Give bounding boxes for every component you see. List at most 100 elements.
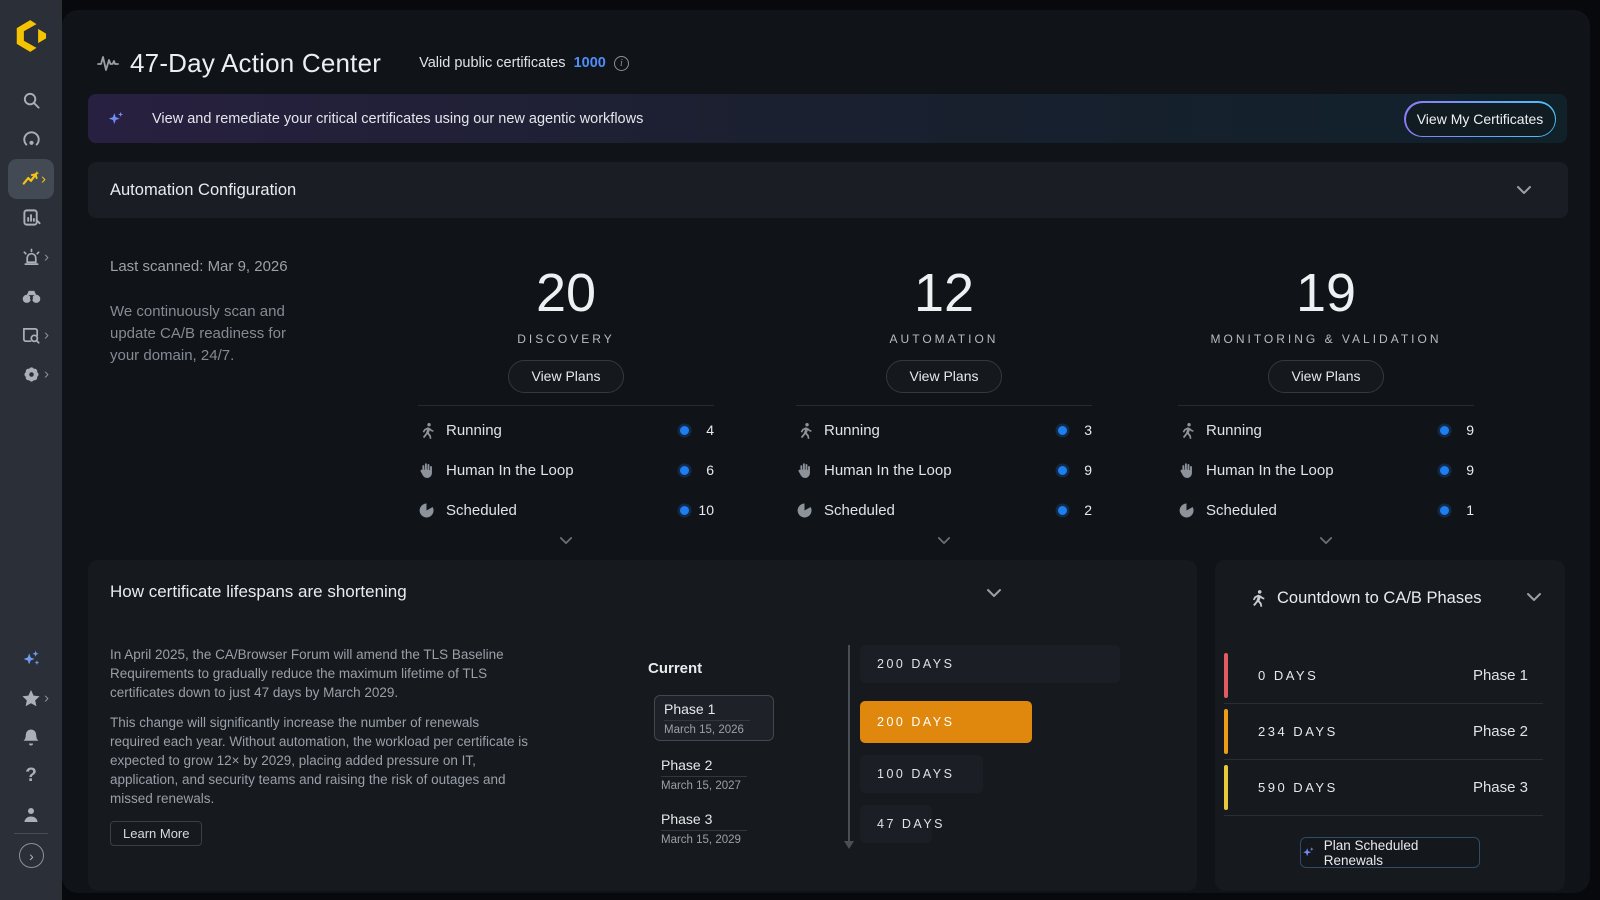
lifespan-bar-highlighted: 200 DAYS bbox=[860, 701, 1032, 743]
page-title: 47-Day Action Center bbox=[130, 48, 381, 79]
automation-config-title: Automation Configuration bbox=[110, 181, 296, 200]
phase-item[interactable]: Phase 2 March 15, 2027 bbox=[661, 757, 771, 792]
ai-sparkles-icon bbox=[20, 648, 42, 670]
chevron-down-icon[interactable] bbox=[1516, 185, 1532, 195]
view-plans-button[interactable]: View Plans bbox=[886, 360, 1001, 393]
sidebar-divider bbox=[14, 833, 48, 834]
lifespans-paragraph-1: In April 2025, the CA/Browser Forum will… bbox=[110, 645, 528, 702]
last-scanned-text: Last scanned: Mar 9, 2026 bbox=[110, 258, 305, 275]
stat-column-automation: 12 AUTOMATION View Plans Running 3 Human… bbox=[796, 262, 1092, 550]
view-plans-button[interactable]: View Plans bbox=[1268, 360, 1383, 393]
help-icon: ? bbox=[25, 765, 37, 787]
sidebar-item-target[interactable] bbox=[0, 122, 62, 156]
info-icon[interactable]: i bbox=[614, 56, 629, 71]
status-dot bbox=[680, 426, 689, 435]
activity-pulse-icon bbox=[96, 51, 120, 75]
column-expand-chevron[interactable] bbox=[1319, 536, 1333, 545]
chevron-right-icon: › bbox=[44, 328, 49, 343]
divider bbox=[661, 830, 747, 831]
main-window: 47-Day Action Center Valid public certif… bbox=[62, 10, 1590, 893]
running-icon bbox=[796, 422, 813, 439]
chevron-down-icon[interactable] bbox=[986, 588, 1002, 598]
brand-logo[interactable] bbox=[0, 14, 62, 58]
stat-row-scheduled: Scheduled 2 bbox=[796, 490, 1092, 530]
lifespans-paragraph-2: This change will significantly increase … bbox=[110, 713, 528, 808]
stat-row-hitl: Human In the Loop 9 bbox=[796, 450, 1092, 490]
sidebar-expand-button[interactable]: › bbox=[19, 843, 44, 868]
certs-subtitle: Valid public certificates 1000 i bbox=[419, 55, 629, 71]
countdown-header: Countdown to CA/B Phases bbox=[1215, 560, 1565, 636]
stat-row-running: Running 9 bbox=[1178, 410, 1474, 450]
bell-icon bbox=[22, 728, 40, 747]
running-icon bbox=[1178, 422, 1195, 439]
column-expand-chevron[interactable] bbox=[937, 536, 951, 545]
sidebar-item-action-center[interactable]: › bbox=[8, 159, 54, 199]
stat-row-hitl: Human In the Loop 6 bbox=[418, 450, 714, 490]
alerts-siren-icon bbox=[21, 248, 42, 267]
status-dot bbox=[680, 466, 689, 475]
column-expand-chevron[interactable] bbox=[559, 536, 573, 545]
view-my-certificates-button[interactable]: View My Certificates bbox=[1404, 101, 1556, 137]
settings-gear-icon bbox=[22, 365, 41, 384]
brand-logo-icon bbox=[12, 16, 50, 56]
certs-label: Valid public certificates bbox=[419, 55, 565, 71]
chevron-right-icon: › bbox=[44, 250, 49, 265]
app-header: 47-Day Action Center Valid public certif… bbox=[96, 45, 629, 81]
clock-icon bbox=[1178, 502, 1195, 519]
learn-more-button[interactable]: Learn More bbox=[110, 821, 202, 846]
sidebar-item-alerts[interactable]: › bbox=[0, 240, 62, 274]
star-icon bbox=[21, 689, 41, 708]
view-plans-button[interactable]: View Plans bbox=[508, 360, 623, 393]
sidebar-item-help[interactable]: ? bbox=[0, 759, 62, 793]
bar-chart-icon bbox=[22, 208, 41, 227]
automation-config-header[interactable]: Automation Configuration bbox=[88, 162, 1568, 218]
lifespans-title: How certificate lifespans are shortening bbox=[110, 582, 407, 602]
countdown-title: Countdown to CA/B Phases bbox=[1277, 589, 1482, 608]
stat-column-discovery: 20 DISCOVERY View Plans Running 4 Human … bbox=[418, 262, 714, 550]
sidebar-item-search[interactable] bbox=[0, 83, 62, 117]
phase-item[interactable]: Phase 3 March 15, 2029 bbox=[661, 811, 771, 846]
sparkle-icon bbox=[1301, 845, 1316, 860]
sidebar-item-ai-assistant[interactable] bbox=[0, 642, 62, 676]
stat-row-scheduled: Scheduled 1 bbox=[1178, 490, 1474, 530]
running-icon bbox=[1248, 589, 1266, 607]
status-dot bbox=[1058, 466, 1067, 475]
chevron-down-icon[interactable] bbox=[1526, 592, 1542, 602]
scan-description: We continuously scan and update CA/B rea… bbox=[110, 301, 305, 367]
sidebar-item-reports[interactable] bbox=[0, 200, 62, 234]
stat-category: AUTOMATION bbox=[796, 332, 1092, 346]
scan-intro: Last scanned: Mar 9, 2026 We continuousl… bbox=[110, 258, 305, 367]
status-dot bbox=[1440, 426, 1449, 435]
binoculars-icon bbox=[21, 288, 42, 305]
phase-color-bar bbox=[1224, 765, 1228, 810]
promo-banner: View and remediate your critical certifi… bbox=[88, 94, 1567, 143]
stat-count: 19 bbox=[1178, 262, 1474, 324]
plan-scheduled-renewals-button[interactable]: Plan Scheduled Renewals bbox=[1300, 837, 1480, 868]
status-dot bbox=[680, 506, 689, 515]
user-icon bbox=[22, 806, 40, 824]
sidebar-item-notifications[interactable] bbox=[0, 720, 62, 754]
hand-icon bbox=[1178, 462, 1195, 479]
phase-color-bar bbox=[1224, 653, 1228, 698]
divider bbox=[1178, 405, 1474, 406]
sidebar-item-favorites[interactable]: › bbox=[0, 681, 62, 715]
sidebar: › › bbox=[0, 0, 62, 900]
target-icon bbox=[22, 130, 41, 149]
sidebar-item-discovery[interactable] bbox=[0, 279, 62, 313]
chevron-right-icon: › bbox=[44, 691, 49, 706]
automation-routes-icon bbox=[21, 169, 41, 189]
phase-item-selected[interactable]: Phase 1 March 15, 2026 bbox=[654, 695, 774, 741]
divider bbox=[661, 776, 747, 777]
sidebar-item-settings[interactable]: › bbox=[0, 357, 62, 391]
certs-count-link[interactable]: 1000 bbox=[574, 55, 606, 71]
sidebar-item-certificates[interactable]: › bbox=[0, 318, 62, 352]
stat-row-scheduled: Scheduled 10 bbox=[418, 490, 714, 530]
stat-row-hitl: Human In the Loop 9 bbox=[1178, 450, 1474, 490]
countdown-card: Countdown to CA/B Phases 0 DAYS Phase 1 … bbox=[1215, 560, 1565, 891]
sparkle-icon bbox=[106, 109, 126, 129]
expand-icon: › bbox=[29, 848, 34, 864]
chevron-right-icon: › bbox=[41, 172, 46, 187]
lifespan-bar: 47 DAYS bbox=[860, 805, 932, 843]
sidebar-item-account[interactable] bbox=[0, 798, 62, 832]
clock-icon bbox=[418, 502, 435, 519]
